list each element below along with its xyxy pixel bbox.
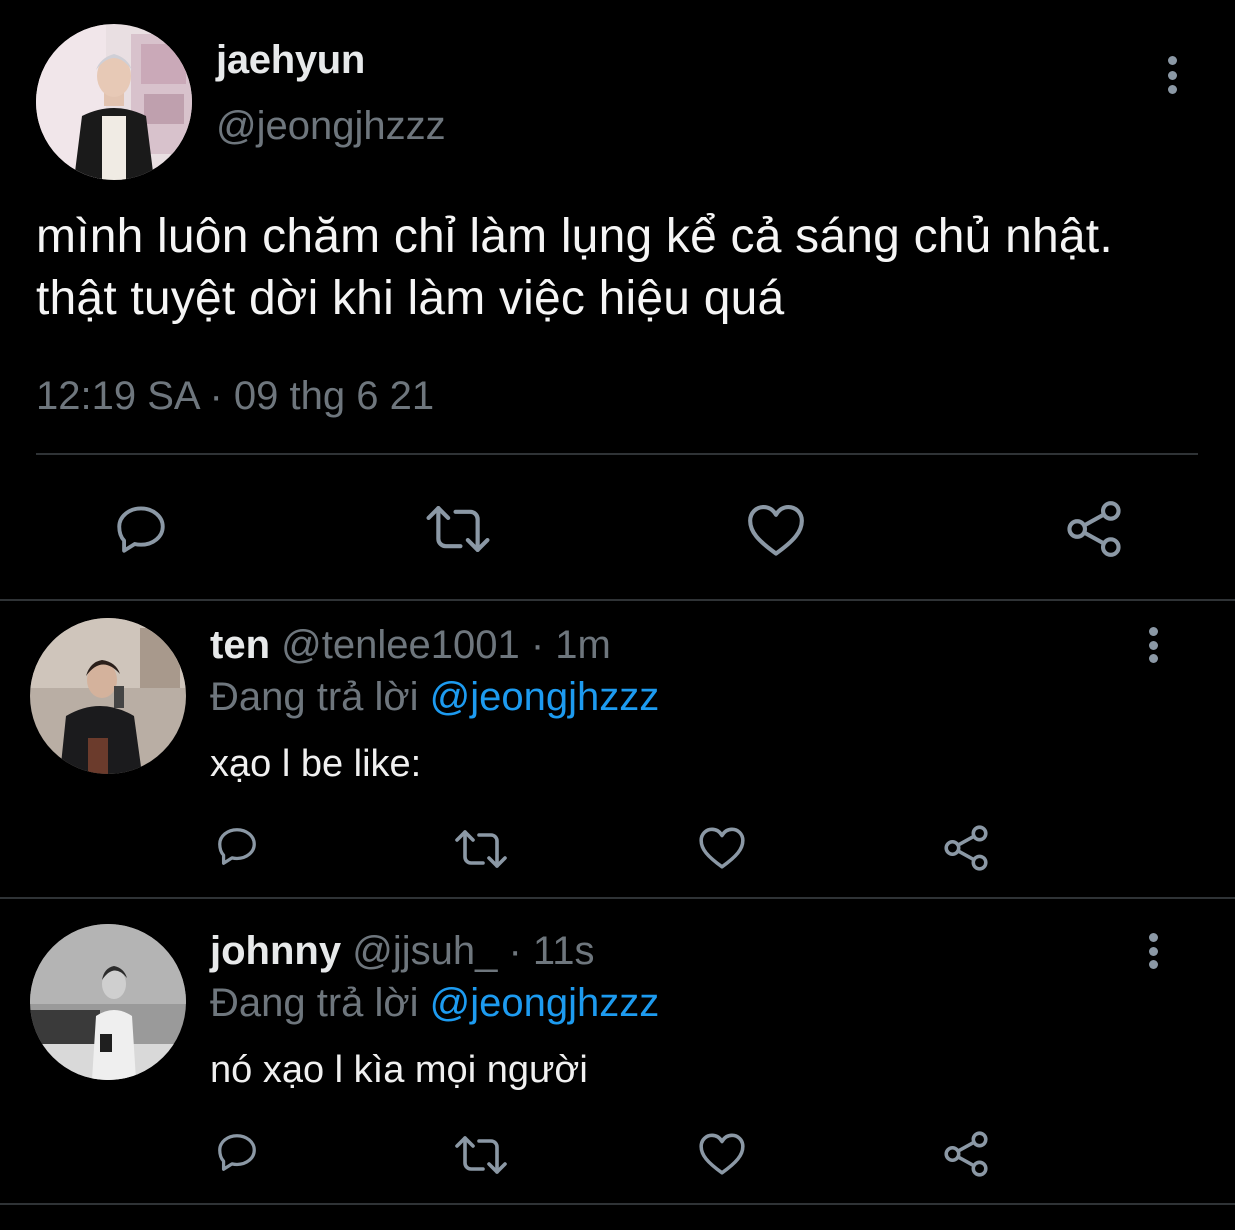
display-name[interactable]: jaehyun: [216, 38, 365, 83]
avatar[interactable]: [36, 24, 192, 180]
replying-label: Đang trả lời: [210, 675, 419, 719]
reply-text: xạo l be like:: [210, 743, 422, 785]
tweet-actions: [0, 490, 1235, 570]
like-icon[interactable]: [745, 500, 807, 558]
avatar[interactable]: [30, 924, 186, 1080]
retweet-icon[interactable]: [423, 502, 493, 556]
share-icon[interactable]: [941, 823, 991, 873]
replying-to: Đang trả lời @jeongjhzzz: [210, 675, 659, 720]
divider: [36, 453, 1198, 455]
separator-dot: ·: [508, 929, 522, 973]
reply-icon[interactable]: [111, 500, 171, 558]
retweet-icon[interactable]: [453, 827, 509, 871]
more-icon[interactable]: [1141, 933, 1165, 969]
reply-icon[interactable]: [213, 823, 261, 869]
mention-link[interactable]: @jeongjhzzz: [430, 981, 660, 1025]
mention-link[interactable]: @jeongjhzzz: [430, 675, 660, 719]
like-icon[interactable]: [697, 1130, 747, 1176]
reply-time[interactable]: 1m: [555, 623, 611, 667]
divider: [0, 1203, 1235, 1205]
reply-header: johnny @jjsuh_ · 11s: [210, 929, 594, 974]
reply-text: nó xạo l kìa mọi người: [210, 1049, 588, 1091]
reply-time[interactable]: 11s: [533, 929, 595, 973]
display-name[interactable]: ten: [210, 623, 270, 667]
main-tweet: jaehyun @jeongjhzzz mình luôn chăm chỉ l…: [0, 0, 1235, 600]
share-icon[interactable]: [1063, 498, 1125, 560]
reply-tweet: johnny @jjsuh_ · 11s Đang trả lời @jeong…: [0, 899, 1235, 1199]
user-handle[interactable]: @jjsuh_: [352, 929, 497, 973]
replying-label: Đang trả lời: [210, 981, 419, 1025]
display-name[interactable]: johnny: [210, 929, 341, 973]
avatar[interactable]: [30, 618, 186, 774]
separator-dot: ·: [530, 623, 545, 667]
tweet-timestamp[interactable]: 12:19 SA · 09 thg 6 21: [36, 374, 434, 419]
user-handle[interactable]: @tenlee1001: [281, 623, 520, 667]
more-icon[interactable]: [1141, 627, 1165, 663]
reply-icon[interactable]: [213, 1129, 261, 1175]
share-icon[interactable]: [941, 1129, 991, 1179]
user-handle[interactable]: @jeongjhzzz: [216, 104, 446, 149]
replying-to: Đang trả lời @jeongjhzzz: [210, 981, 659, 1026]
tweet-text: mình luôn chăm chỉ làm lụng kể cả sáng c…: [36, 210, 1113, 325]
reply-header: ten @tenlee1001 · 1m: [210, 623, 611, 668]
more-icon[interactable]: [1160, 56, 1184, 94]
retweet-icon[interactable]: [453, 1133, 509, 1177]
like-icon[interactable]: [697, 824, 747, 870]
reply-tweet: ten @tenlee1001 · 1m Đang trả lời @jeong…: [0, 601, 1235, 901]
